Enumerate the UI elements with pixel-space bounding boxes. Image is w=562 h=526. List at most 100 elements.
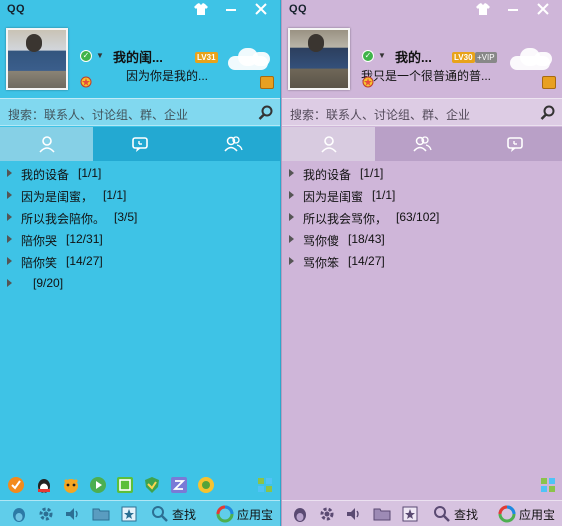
search-input[interactable]: 搜索：联系人、讨论组、群、企业 bbox=[290, 106, 470, 123]
medal-icon[interactable] bbox=[78, 74, 94, 88]
app-store-button[interactable]: 应用宝 bbox=[237, 506, 273, 523]
tab-contacts[interactable] bbox=[0, 127, 94, 161]
tab-messages[interactable] bbox=[469, 127, 562, 161]
qq-security-icon[interactable] bbox=[7, 476, 25, 494]
person-icon bbox=[39, 136, 55, 153]
app-store-icon[interactable] bbox=[216, 505, 234, 523]
list-item[interactable]: 我的设备 [1/1] bbox=[282, 162, 562, 184]
pet-game-icon[interactable] bbox=[62, 476, 80, 494]
shirt-icon bbox=[476, 3, 490, 15]
pc-manager-icon[interactable] bbox=[143, 476, 161, 494]
gear-icon[interactable] bbox=[37, 505, 55, 523]
minimize-icon bbox=[226, 9, 236, 11]
app-store-button[interactable]: 应用宝 bbox=[519, 506, 555, 523]
person-icon bbox=[321, 136, 337, 153]
bookmark-icon[interactable] bbox=[120, 505, 138, 523]
main-menu-penguin-icon[interactable] bbox=[10, 505, 28, 523]
list-item[interactable]: 骂你笨 [14/27] bbox=[282, 250, 562, 272]
avatar[interactable] bbox=[6, 28, 68, 90]
list-item[interactable]: 因为是闺蜜， [1/1] bbox=[0, 184, 280, 206]
status-dropdown-icon[interactable]: ▼ bbox=[96, 51, 104, 60]
list-item[interactable]: 因为是闺蜜 [1/1] bbox=[282, 184, 562, 206]
expand-arrow-icon[interactable] bbox=[7, 169, 12, 177]
shirt-icon bbox=[194, 3, 208, 15]
list-item[interactable]: 陪你哭 [12/31] bbox=[0, 228, 280, 250]
minimize-button[interactable] bbox=[498, 0, 528, 18]
app-manager-grid-icon[interactable] bbox=[256, 476, 274, 494]
music-app-icon[interactable] bbox=[197, 476, 215, 494]
expand-arrow-icon[interactable] bbox=[7, 191, 12, 199]
group-icon bbox=[224, 136, 243, 152]
avatar[interactable] bbox=[288, 28, 350, 90]
folder-icon[interactable] bbox=[373, 505, 391, 523]
list-item[interactable]: 我的设备 [1/1] bbox=[0, 162, 280, 184]
list-item[interactable]: 所以我会骂你， [63/102] bbox=[282, 206, 562, 228]
level-badge[interactable]: LV31 bbox=[195, 52, 218, 63]
minimize-button[interactable] bbox=[216, 0, 246, 18]
status-dropdown-icon[interactable]: ▼ bbox=[378, 51, 386, 60]
app-manager-grid-icon[interactable] bbox=[539, 476, 557, 494]
mail-app-icon[interactable] bbox=[170, 476, 188, 494]
signature[interactable]: 我只是一个很普通的普... bbox=[361, 67, 491, 84]
list-item[interactable]: 骂你傻 [18/43] bbox=[282, 228, 562, 250]
search-input[interactable]: 搜索：联系人、讨论组、群、企业 bbox=[8, 106, 188, 123]
skin-button[interactable] bbox=[468, 0, 498, 18]
video-player-icon[interactable] bbox=[89, 476, 107, 494]
online-status-icon[interactable]: ✓ bbox=[80, 50, 92, 62]
list-item[interactable]: 陪你笑 [14/27] bbox=[0, 250, 280, 272]
close-button[interactable] bbox=[528, 0, 558, 18]
vip-badge[interactable]: +VIP bbox=[475, 52, 497, 63]
folder-icon[interactable] bbox=[92, 505, 110, 523]
close-button[interactable] bbox=[246, 0, 276, 18]
profile-area: ✓ ▼ 我的... LV30 +VIP 我只是一个很普通的普... bbox=[282, 20, 562, 98]
qq-main-panel-purple: QQ ✓ ▼ 我的... LV30 +VIP 我只是一个很普通的普... 搜索：… bbox=[281, 0, 562, 526]
list-item[interactable]: [9/20] bbox=[0, 272, 280, 294]
app-store-icon[interactable] bbox=[498, 505, 516, 523]
gear-icon[interactable] bbox=[318, 505, 336, 523]
skin-button[interactable] bbox=[186, 0, 216, 18]
tab-messages[interactable] bbox=[93, 127, 186, 161]
expand-arrow-icon[interactable] bbox=[289, 191, 294, 199]
find-search-icon[interactable] bbox=[151, 505, 169, 523]
tencent-app-icon[interactable] bbox=[116, 476, 134, 494]
weather-cloud-icon[interactable] bbox=[506, 44, 556, 72]
minimize-icon bbox=[508, 9, 518, 11]
list-item[interactable]: 所以我会陪你。 [3/5] bbox=[0, 206, 280, 228]
speaker-icon[interactable] bbox=[345, 505, 363, 523]
nickname[interactable]: 我的... bbox=[395, 47, 432, 66]
weather-cloud-icon[interactable] bbox=[224, 44, 274, 72]
expand-arrow-icon[interactable] bbox=[7, 213, 12, 221]
app-box-icon[interactable] bbox=[260, 76, 274, 89]
search-bar[interactable]: 搜索：联系人、讨论组、群、企业 bbox=[282, 98, 562, 126]
search-icon[interactable] bbox=[258, 105, 274, 121]
medal-icon[interactable] bbox=[360, 74, 376, 88]
bookmark-icon[interactable] bbox=[401, 505, 419, 523]
expand-arrow-icon[interactable] bbox=[289, 235, 294, 243]
bottom-toolbar: 查找 应用宝 bbox=[282, 500, 562, 526]
search-icon[interactable] bbox=[540, 105, 556, 121]
find-search-icon[interactable] bbox=[433, 505, 451, 523]
penguin-icon[interactable] bbox=[35, 476, 53, 494]
bottom-toolbar: 查找 应用宝 bbox=[0, 500, 280, 526]
app-title: QQ bbox=[289, 3, 308, 15]
app-shortcut-bar bbox=[282, 472, 562, 498]
expand-arrow-icon[interactable] bbox=[7, 257, 12, 265]
main-menu-penguin-icon[interactable] bbox=[291, 505, 309, 523]
level-badge[interactable]: LV30 bbox=[452, 52, 475, 63]
tab-groups[interactable] bbox=[187, 127, 280, 161]
tab-groups[interactable] bbox=[375, 127, 468, 161]
search-bar[interactable]: 搜索：联系人、讨论组、群、企业 bbox=[0, 98, 280, 126]
expand-arrow-icon[interactable] bbox=[289, 169, 294, 177]
expand-arrow-icon[interactable] bbox=[289, 257, 294, 265]
nickname[interactable]: 我的闺... bbox=[113, 47, 163, 66]
find-button[interactable]: 查找 bbox=[172, 506, 196, 523]
signature[interactable]: 因为你是我的... bbox=[126, 67, 208, 84]
find-button[interactable]: 查找 bbox=[454, 506, 478, 523]
expand-arrow-icon[interactable] bbox=[289, 213, 294, 221]
tab-contacts[interactable] bbox=[282, 127, 376, 161]
speaker-icon[interactable] bbox=[64, 505, 82, 523]
online-status-icon[interactable]: ✓ bbox=[362, 50, 374, 62]
expand-arrow-icon[interactable] bbox=[7, 235, 12, 243]
app-box-icon[interactable] bbox=[542, 76, 556, 89]
expand-arrow-icon[interactable] bbox=[7, 279, 12, 287]
